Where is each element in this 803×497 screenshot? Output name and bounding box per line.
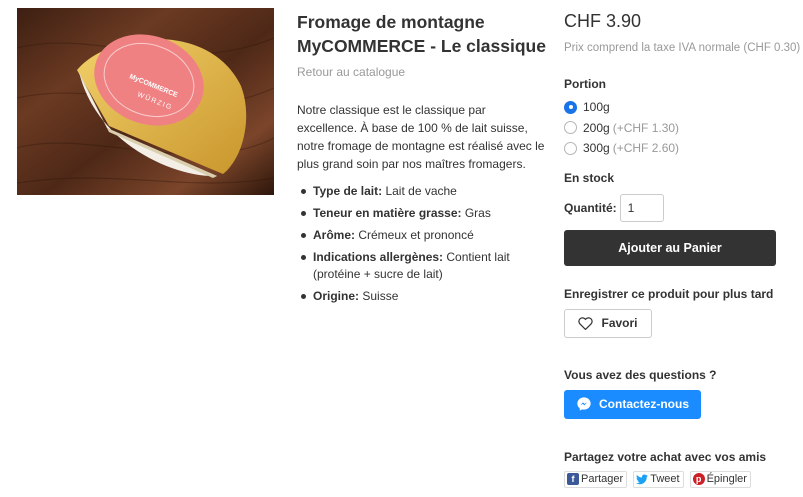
feature-label: Indications allergènes: — [313, 250, 444, 264]
product-image[interactable]: MyCOMMERCE WÜRZIG — [17, 8, 274, 195]
radio-unchecked-icon[interactable] — [564, 121, 577, 135]
feature-value: Gras — [461, 206, 491, 220]
portion-option-100g[interactable]: 100g — [564, 97, 794, 118]
feature-label: Arôme: — [313, 228, 356, 242]
product-info: Fromage de montagne MyCOMMERCE - Le clas… — [297, 10, 547, 310]
portion-option-label: 100g — [583, 100, 610, 115]
tax-note: Prix comprend la taxe IVA normale (CHF 0… — [564, 42, 801, 54]
feature-value: Crémeux et prononcé — [355, 228, 474, 242]
quantity-input[interactable] — [619, 193, 664, 222]
share-buttons: f Partager Tweet p Épingler — [564, 470, 794, 488]
portion-option-label: 300g — [583, 141, 610, 156]
questions-label: Vous avez des questions ? — [564, 367, 717, 382]
contact-button[interactable]: Contactez-nous — [564, 389, 701, 419]
messenger-icon — [577, 397, 591, 411]
radio-unchecked-icon[interactable] — [564, 141, 577, 155]
feature-label: Type de lait: — [313, 184, 383, 198]
portion-option-300g[interactable]: 300g (+CHF 2.60) — [564, 138, 794, 159]
feature-value: Lait de vache — [382, 184, 457, 198]
product-features: Type de lait: Lait de vache Teneur en ma… — [297, 183, 547, 305]
favorite-label: Favori — [601, 316, 638, 330]
feature-label: Origine: — [313, 289, 360, 303]
share-label: Partagez votre achat avec vos amis — [564, 449, 767, 464]
pinterest-share-label: Épingler — [706, 473, 747, 485]
facebook-share-label: Partager — [581, 473, 624, 485]
radio-checked-icon[interactable] — [564, 100, 577, 114]
portion-option-200g[interactable]: 200g (+CHF 1.30) — [564, 118, 794, 139]
product-title: Fromage de montagne MyCOMMERCE - Le clas… — [297, 12, 546, 56]
product-description: Notre classique est le classique par exc… — [297, 103, 545, 171]
back-to-catalog-link[interactable]: Retour au catalogue — [297, 65, 405, 79]
feature-item: Arôme: Crémeux et prononcé — [297, 227, 547, 244]
favorite-button[interactable]: Favori — [564, 308, 652, 338]
feature-item: Origine: Suisse — [297, 288, 547, 305]
portion-label: Portion — [564, 77, 606, 91]
feature-label: Teneur en matière grasse: — [313, 206, 462, 220]
facebook-share-button[interactable]: f Partager — [564, 470, 628, 488]
add-to-cart-button[interactable]: Ajouter au Panier — [564, 229, 776, 266]
feature-item: Indications allergènes: Contient lait (p… — [297, 249, 547, 283]
save-for-later-label: Enregistrer ce produit pour plus tard — [564, 286, 774, 301]
twitter-icon — [636, 473, 649, 485]
contact-label: Contactez-nous — [599, 397, 689, 411]
feature-value: Suisse — [359, 289, 399, 303]
buy-box: CHF 3.90 Prix comprend la taxe IVA norma… — [564, 10, 801, 488]
portion-option-surcharge: (+CHF 2.60) — [612, 141, 680, 156]
quantity-row: Quantité: — [564, 193, 794, 222]
twitter-share-button[interactable]: Tweet — [633, 470, 684, 488]
portion-option-surcharge: (+CHF 1.30) — [612, 120, 680, 135]
stock-status: En stock — [564, 170, 615, 185]
portion-option-label: 200g — [583, 120, 610, 135]
cheese-illustration: MyCOMMERCE WÜRZIG — [17, 8, 274, 195]
feature-item: Type de lait: Lait de vache — [297, 183, 547, 200]
pinterest-icon: p — [692, 473, 705, 485]
feature-item: Teneur en matière grasse: Gras — [297, 205, 547, 222]
quantity-label: Quantité: — [564, 200, 617, 215]
heart-icon — [578, 316, 594, 330]
portion-options: 100g 200g (+CHF 1.30) 300g (+CHF 2.60) — [564, 97, 794, 159]
twitter-share-label: Tweet — [650, 473, 680, 485]
pinterest-share-button[interactable]: p Épingler — [689, 470, 751, 488]
product-price: CHF 3.90 — [564, 11, 642, 31]
facebook-icon: f — [567, 473, 579, 485]
